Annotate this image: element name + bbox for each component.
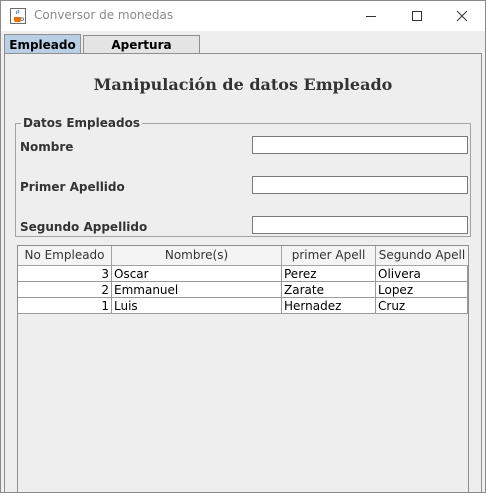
tab-empleado[interactable]: Empleado xyxy=(4,34,81,54)
table-cell: 3 xyxy=(18,266,112,282)
table-cell: Lopez xyxy=(376,282,468,298)
tab-apertura-servicio[interactable]: Apertura Servicio xyxy=(83,35,200,70)
java-cup-icon xyxy=(10,8,26,24)
table-cell: Cruz xyxy=(376,298,468,314)
tab-content-panel: Manipulación de datos Empleado Datos Emp… xyxy=(4,53,482,492)
close-button[interactable] xyxy=(439,1,485,31)
window-title: Conversor de monedas xyxy=(34,8,174,22)
close-icon xyxy=(456,10,468,22)
table-cell: Hernadez xyxy=(282,298,376,314)
primer-apellido-input[interactable] xyxy=(252,176,468,194)
page-title: Manipulación de datos Empleado xyxy=(93,75,393,94)
segundo-apellido-input[interactable] xyxy=(252,216,468,234)
table-cell: Luis xyxy=(112,298,282,314)
minimize-icon xyxy=(366,16,376,17)
minimize-button[interactable] xyxy=(348,1,394,31)
tab-strip: Empleado Apertura Servicio xyxy=(1,31,485,70)
table-row[interactable]: 2 Emmanuel Zarate Lopez xyxy=(18,282,468,298)
maximize-icon xyxy=(412,11,422,21)
table-cell: Oscar xyxy=(112,266,282,282)
segundo-apellido-label: Segundo Appellido xyxy=(20,220,148,234)
column-header-primer-apellido[interactable]: primer Apell xyxy=(282,246,376,265)
table-cell: 1 xyxy=(18,298,112,314)
table-header: No Empleado Nombre(s) primer Apell Segun… xyxy=(18,246,468,266)
table-cell: 2 xyxy=(18,282,112,298)
table-cell: Perez xyxy=(282,266,376,282)
table-row[interactable]: 3 Oscar Perez Olivera xyxy=(18,266,468,282)
column-header-nombres[interactable]: Nombre(s) xyxy=(112,246,282,265)
empleados-table[interactable]: No Empleado Nombre(s) primer Apell Segun… xyxy=(17,245,469,492)
title-bar[interactable]: Conversor de monedas xyxy=(1,1,485,31)
table-cell: Olivera xyxy=(376,266,468,282)
group-legend: Datos Empleados xyxy=(21,116,142,130)
table-cell: Zarate xyxy=(282,282,376,298)
nombre-label: Nombre xyxy=(20,140,74,154)
column-header-segundo-apellido[interactable]: Segundo Apell xyxy=(376,246,468,265)
application-window: Conversor de monedas Empleado Apertura S… xyxy=(0,0,486,493)
table-cell: Emmanuel xyxy=(112,282,282,298)
column-header-no-empleado[interactable]: No Empleado xyxy=(18,246,112,265)
table-row[interactable]: 1 Luis Hernadez Cruz xyxy=(18,298,468,314)
datos-empleados-group: Datos Empleados Nombre Primer Apellido S… xyxy=(15,116,471,237)
maximize-button[interactable] xyxy=(394,1,440,31)
primer-apellido-label: Primer Apellido xyxy=(20,180,125,194)
nombre-input[interactable] xyxy=(252,136,468,154)
